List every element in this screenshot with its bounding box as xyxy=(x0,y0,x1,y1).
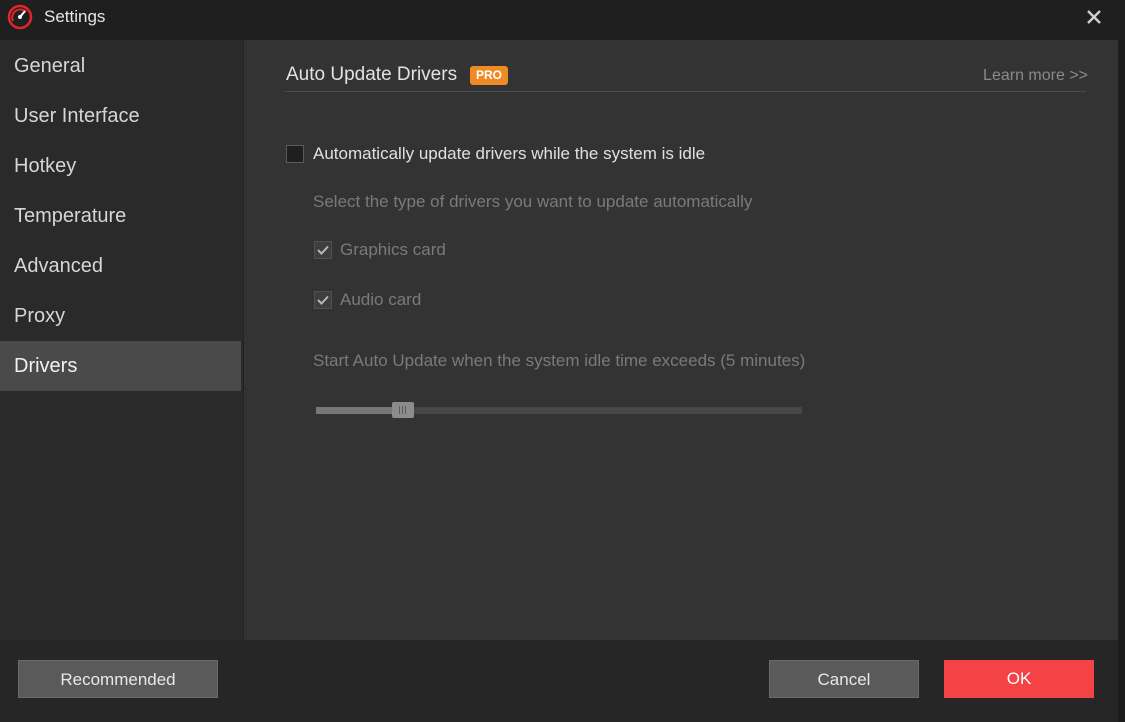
recommended-button[interactable]: Recommended xyxy=(18,660,218,698)
sidebar-item-advanced[interactable]: Advanced xyxy=(0,241,241,291)
settings-sidebar: General User Interface Hotkey Temperatur… xyxy=(0,40,244,640)
window-title: Settings xyxy=(44,7,106,26)
checkmark-icon xyxy=(317,295,329,305)
close-button[interactable] xyxy=(1079,2,1109,32)
sidebar-item-general[interactable]: General xyxy=(0,41,241,91)
learn-more-link[interactable]: Learn more >> xyxy=(983,67,1088,85)
sidebar-item-hotkey[interactable]: Hotkey xyxy=(0,141,241,191)
sidebar-item-drivers[interactable]: Drivers xyxy=(0,341,241,391)
window-edge xyxy=(1118,40,1125,722)
section-title: Auto Update Drivers xyxy=(286,64,458,85)
auto-update-label: Automatically update drivers while the s… xyxy=(313,144,706,163)
graphics-card-checkbox[interactable] xyxy=(314,241,332,259)
idle-time-slider-track[interactable] xyxy=(316,407,802,414)
close-icon xyxy=(1087,10,1101,24)
section-divider xyxy=(285,91,1086,92)
sidebar-item-proxy[interactable]: Proxy xyxy=(0,291,241,341)
audio-card-checkbox[interactable] xyxy=(314,291,332,309)
idle-time-label: Start Auto Update when the system idle t… xyxy=(313,351,806,370)
title-bar: Settings xyxy=(0,0,1125,40)
driver-types-hint: Select the type of drivers you want to u… xyxy=(313,192,753,211)
speedometer-logo-icon xyxy=(7,4,33,30)
sidebar-item-temperature[interactable]: Temperature xyxy=(0,191,241,241)
drivers-settings-panel: Auto Update Drivers PRO Learn more >> Au… xyxy=(244,40,1118,640)
ok-button[interactable]: OK xyxy=(944,660,1094,698)
cancel-button[interactable]: Cancel xyxy=(769,660,919,698)
auto-update-checkbox[interactable] xyxy=(286,145,304,163)
idle-time-slider-fill xyxy=(316,407,404,414)
checkmark-icon xyxy=(317,245,329,255)
settings-footer: Recommended Cancel OK xyxy=(0,640,1118,722)
pro-badge: PRO xyxy=(470,66,509,85)
graphics-card-label: Graphics card xyxy=(340,240,446,259)
audio-card-label: Audio card xyxy=(340,290,422,309)
sidebar-item-user-interface[interactable]: User Interface xyxy=(0,91,241,141)
idle-time-slider-thumb[interactable] xyxy=(392,402,415,418)
settings-window: Settings General User Interface Hotkey T… xyxy=(0,0,1125,722)
